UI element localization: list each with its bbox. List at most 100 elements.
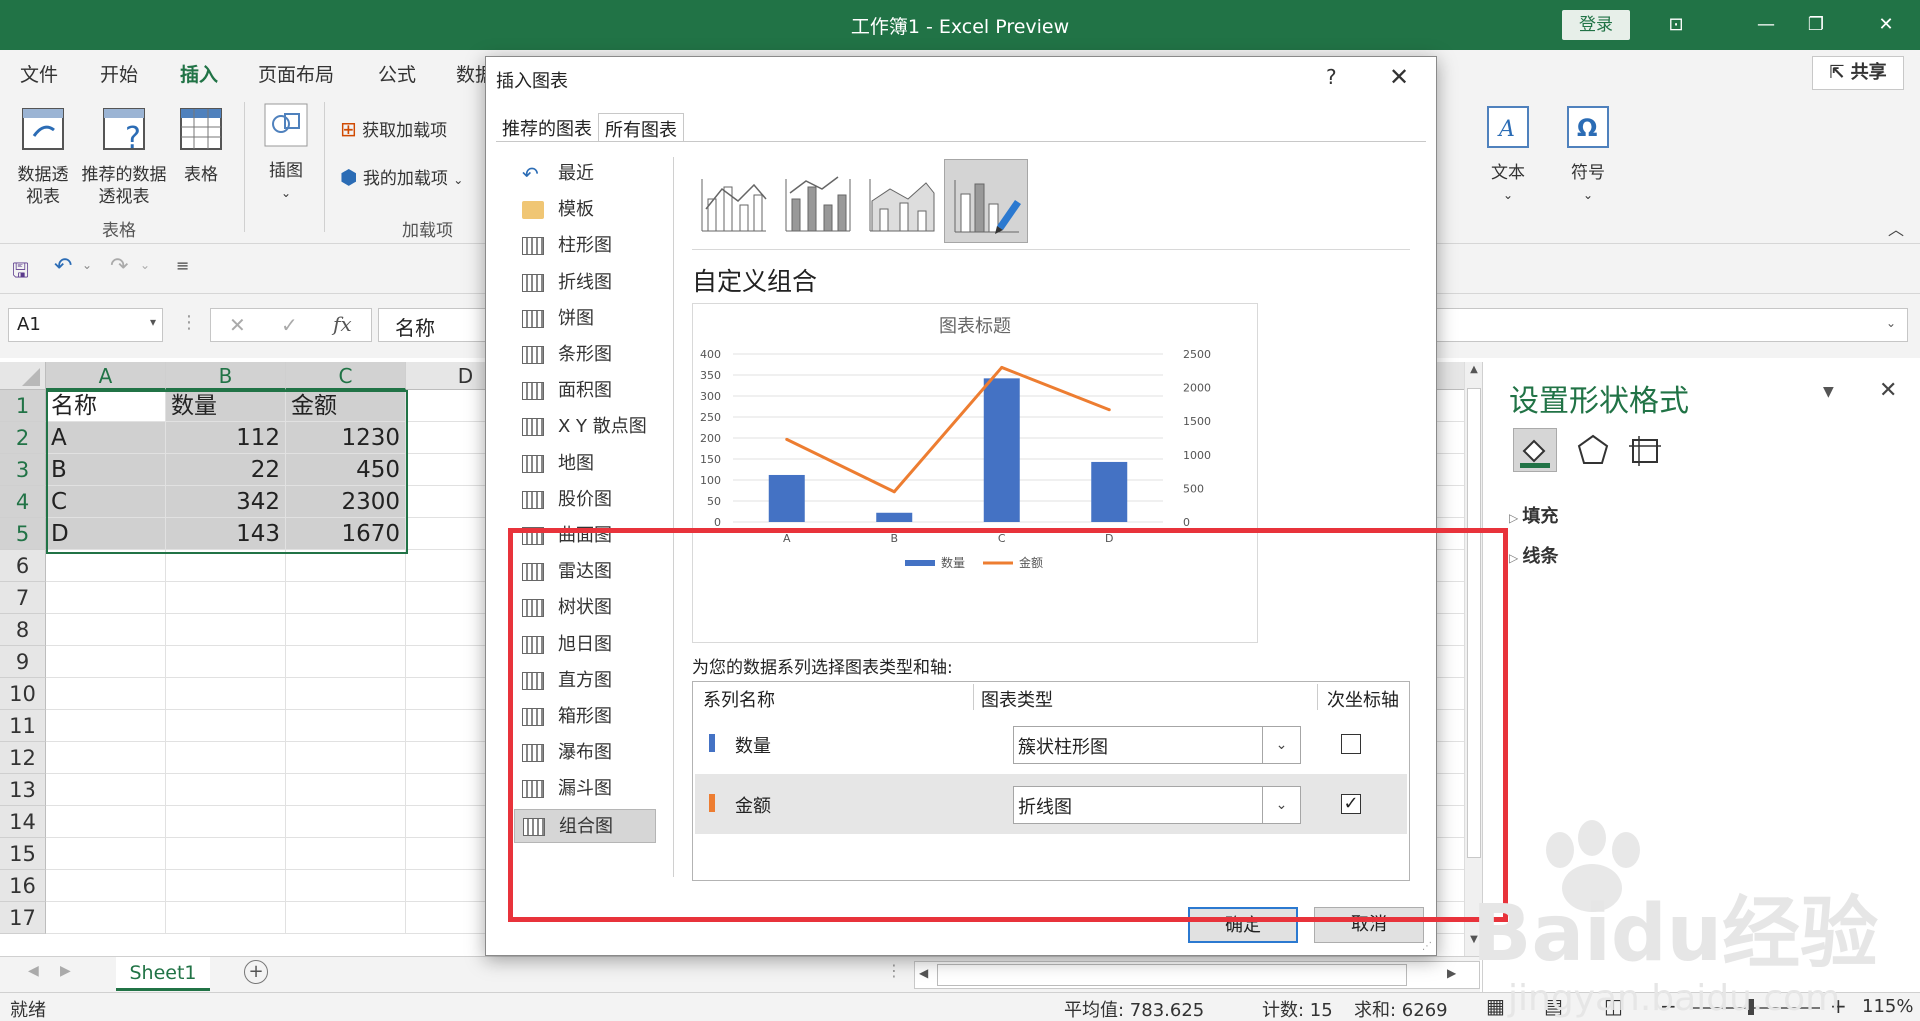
symbols-button[interactable]: Ω 符号 ⌄	[1560, 104, 1616, 206]
row-header-6[interactable]: 6	[0, 550, 46, 582]
row-header-8[interactable]: 8	[0, 614, 46, 646]
chart-category-item[interactable]: 旭日图	[514, 628, 656, 662]
line-section[interactable]: ▷ 线条	[1509, 542, 1558, 568]
chart-category-item[interactable]: 条形图	[514, 338, 656, 372]
grid-cell[interactable]: 数量	[166, 390, 286, 422]
chart-category-item[interactable]: 曲面图	[514, 519, 656, 553]
grid-cell[interactable]	[286, 582, 406, 614]
column-header-b[interactable]: B	[166, 362, 286, 390]
vertical-scrollbar[interactable]: ▲ ▼	[1464, 362, 1484, 956]
grid-cell[interactable]: 143	[166, 518, 286, 550]
grid-cell[interactable]	[286, 646, 406, 678]
grid-cell[interactable]: 1670	[286, 518, 406, 550]
grid-cell[interactable]: 112	[166, 422, 286, 454]
grid-cell[interactable]	[286, 550, 406, 582]
subtype-custom-combination[interactable]	[944, 159, 1028, 243]
tab-recommended-charts[interactable]: 推荐的图表	[496, 113, 598, 141]
grid-cell[interactable]	[166, 838, 286, 870]
h-scroll-thumb[interactable]	[937, 964, 1407, 986]
tab-file[interactable]: 文件	[20, 60, 58, 87]
share-button[interactable]: ⇱ 共享	[1812, 56, 1904, 90]
grid-cell[interactable]	[286, 614, 406, 646]
grid-cell[interactable]: B	[46, 454, 166, 486]
row-header-5[interactable]: 5	[0, 518, 46, 550]
effects-tab[interactable]	[1575, 432, 1611, 472]
zoom-out-icon[interactable]: −	[1660, 994, 1677, 1018]
scroll-up-icon[interactable]: ▲	[1467, 364, 1481, 382]
tab-page-layout[interactable]: 页面布局	[258, 60, 334, 87]
grid-cell[interactable]: 金额	[286, 390, 406, 422]
subtype-column-line-secondary[interactable]	[776, 159, 860, 243]
grid-cell[interactable]	[286, 678, 406, 710]
close-window-icon[interactable]: ✕	[1866, 10, 1906, 40]
row-header-2[interactable]: 2	[0, 422, 46, 454]
row-header-17[interactable]: 17	[0, 902, 46, 934]
row-header-14[interactable]: 14	[0, 806, 46, 838]
resize-grip-icon[interactable]: ⋰	[1422, 941, 1432, 952]
grid-cell[interactable]	[166, 774, 286, 806]
zoom-level[interactable]: 115%	[1862, 996, 1913, 1017]
chart-type-select[interactable]: 簇状柱形图 ⌄	[1013, 726, 1301, 764]
column-header-c[interactable]: C	[286, 362, 406, 390]
fill-line-tab[interactable]	[1513, 428, 1557, 472]
grid-cell[interactable]	[46, 806, 166, 838]
help-icon[interactable]: ?	[1326, 65, 1337, 89]
grid-cell[interactable]	[46, 614, 166, 646]
grid-cell[interactable]	[46, 550, 166, 582]
grid-cell[interactable]: 450	[286, 454, 406, 486]
chart-category-item[interactable]: 柱形图	[514, 229, 656, 263]
grid-cell[interactable]	[166, 614, 286, 646]
normal-view-icon[interactable]: ▦	[1486, 994, 1505, 1018]
grid-cell[interactable]	[46, 902, 166, 934]
chart-category-item[interactable]: 雷达图	[514, 555, 656, 589]
grid-cell[interactable]	[166, 806, 286, 838]
add-sheet-icon[interactable]: +	[244, 960, 268, 984]
size-properties-tab[interactable]	[1627, 432, 1663, 472]
prev-sheet-icon[interactable]: ◀	[28, 963, 39, 979]
page-layout-view-icon[interactable]: ▤	[1544, 994, 1563, 1018]
grid-cell[interactable]	[286, 870, 406, 902]
row-header-1[interactable]: 1	[0, 390, 46, 422]
secondary-axis-checkbox[interactable]: ✓	[1341, 794, 1361, 814]
grid-cell[interactable]	[166, 550, 286, 582]
page-break-view-icon[interactable]: ◫	[1604, 994, 1623, 1018]
row-header-11[interactable]: 11	[0, 710, 46, 742]
select-all-corner[interactable]	[0, 362, 46, 390]
grid-cell[interactable]: 2300	[286, 486, 406, 518]
chart-category-item[interactable]: 股价图	[514, 483, 656, 517]
table-button[interactable]: 表格	[176, 106, 226, 186]
close-dialog-icon[interactable]: ✕	[1389, 63, 1409, 91]
chart-category-item[interactable]: 漏斗图	[514, 772, 656, 806]
row-header-4[interactable]: 4	[0, 486, 46, 518]
chart-category-item[interactable]: 模板	[514, 193, 656, 227]
zoom-slider[interactable]	[1690, 1007, 1820, 1009]
grid-cell[interactable]	[46, 678, 166, 710]
tab-all-charts[interactable]: 所有图表	[598, 113, 684, 141]
tab-insert[interactable]: 插入	[180, 60, 219, 97]
column-header-a[interactable]: A	[46, 362, 166, 390]
grid-cell[interactable]: D	[46, 518, 166, 550]
illustrations-button[interactable]: 插图 ⌄	[258, 102, 314, 204]
grid-cell[interactable]	[46, 870, 166, 902]
row-header-12[interactable]: 12	[0, 742, 46, 774]
cancel-button[interactable]: 取消	[1314, 907, 1424, 943]
chart-category-item[interactable]: 树状图	[514, 591, 656, 625]
sheet-tab-sheet1[interactable]: Sheet1	[116, 957, 210, 991]
grid-cell[interactable]	[166, 870, 286, 902]
chevron-down-icon[interactable]: ⌄	[82, 258, 92, 272]
restore-icon[interactable]: ❐	[1796, 10, 1836, 40]
chart-category-item[interactable]: X Y 散点图	[514, 410, 656, 444]
row-header-10[interactable]: 10	[0, 678, 46, 710]
grid-cell[interactable]: 342	[166, 486, 286, 518]
chart-category-item[interactable]: 瀑布图	[514, 736, 656, 770]
my-addins-button[interactable]: ⬢ 我的加载项 ⌄	[340, 166, 463, 191]
pivot-table-button[interactable]: 数据透视表	[10, 106, 76, 208]
chart-category-item[interactable]: 地图	[514, 447, 656, 481]
recommended-pivot-button[interactable]: ? 推荐的数据透视表	[78, 106, 170, 208]
horizontal-scrollbar[interactable]: ◀ ▶	[914, 961, 1480, 989]
row-header-13[interactable]: 13	[0, 774, 46, 806]
row-header-16[interactable]: 16	[0, 870, 46, 902]
confirm-edit-icon[interactable]: ✓	[281, 313, 298, 337]
scroll-right-icon[interactable]: ▶	[1447, 966, 1456, 980]
grid-cell[interactable]	[286, 710, 406, 742]
